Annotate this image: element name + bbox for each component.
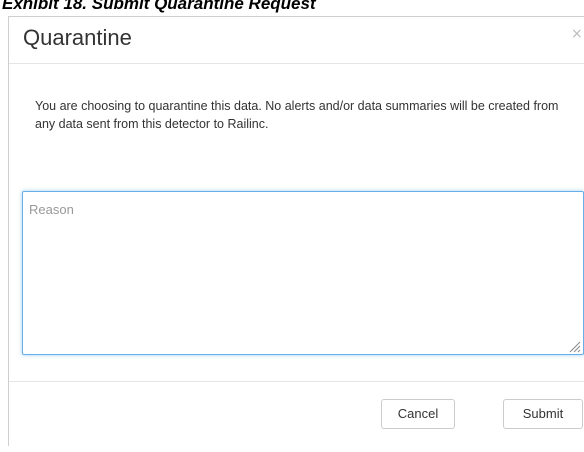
- dialog-footer: [9, 381, 584, 452]
- quarantine-message: You are choosing to quarantine this data…: [35, 99, 559, 131]
- cancel-button[interactable]: Cancel: [381, 399, 455, 429]
- submit-button[interactable]: Submit: [503, 399, 583, 429]
- quarantine-dialog: Quarantine × You are choosing to quarant…: [8, 16, 584, 446]
- reason-input[interactable]: [22, 191, 584, 355]
- dialog-header: Quarantine ×: [9, 17, 584, 64]
- dialog-title: Quarantine: [23, 25, 132, 50]
- close-icon[interactable]: ×: [571, 27, 584, 41]
- resize-grip-icon[interactable]: [567, 339, 581, 353]
- exhibit-caption: Exhibit 18. Submit Quarantine Request: [2, 0, 316, 13]
